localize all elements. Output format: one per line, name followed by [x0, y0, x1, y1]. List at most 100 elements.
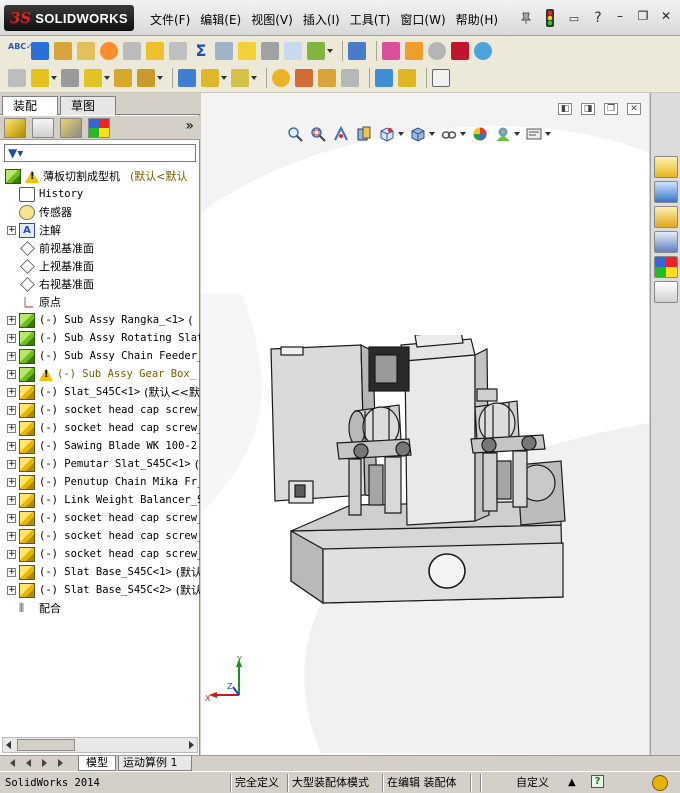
dropdown-arrow-icon[interactable]	[429, 132, 435, 136]
interference-icon[interactable]	[428, 41, 446, 60]
dropdown-arrow-icon[interactable]	[104, 75, 110, 80]
file-explorer-icon[interactable]	[654, 206, 678, 228]
display-manager-icon[interactable]	[88, 117, 110, 138]
tab-sketch[interactable]: 草图	[60, 96, 116, 115]
expand-icon[interactable]: +	[7, 315, 16, 325]
tree-item[interactable]: + (-) Pemutar Slat_S45C<1>(	[0, 455, 200, 473]
tree-item[interactable]: + (-) socket head cap screw_	[0, 545, 200, 563]
exploded-view-icon[interactable]	[318, 68, 336, 87]
graphics-area[interactable]: ◧ ◨ ❐ ✕ Y X Z	[201, 93, 649, 755]
spell-check-icon[interactable]: ABC✓	[8, 42, 33, 60]
solidworks-logo[interactable]: 3S SOLIDWORKS	[4, 5, 134, 31]
scroll-right-icon[interactable]	[189, 741, 194, 749]
menu-file[interactable]: 文件(F)	[150, 11, 190, 28]
tree-item[interactable]: + (-) Slat Base_S45C<2> (默认	[0, 581, 200, 599]
display-style-icon[interactable]	[410, 126, 426, 142]
tree-item[interactable]: + (-) Sub Assy Rotating Slat	[0, 329, 200, 347]
tree-item[interactable]: 前视基准面	[0, 239, 200, 257]
explode-line-sketch-icon[interactable]	[341, 68, 359, 87]
tree-filter-input[interactable]: ▼▾	[4, 144, 196, 162]
status-custom-units[interactable]: 自定义	[516, 774, 549, 792]
split-horizontal-icon[interactable]: ◧	[558, 103, 572, 115]
auto-balloon-icon[interactable]	[77, 41, 95, 60]
dropdown-arrow-icon[interactable]	[398, 132, 404, 136]
tree-root[interactable]: 薄板切割成型机 (默认<默认	[0, 167, 200, 185]
tab-previous-icon[interactable]	[26, 759, 31, 767]
rebuild-dropdown-icon[interactable]: ▭	[564, 8, 584, 28]
tree-item[interactable]: + (-) Sub Assy Rangka_<1>(	[0, 311, 200, 329]
smart-fasteners-icon[interactable]	[114, 68, 132, 87]
status-large-assembly[interactable]: 大型装配体模式	[292, 774, 369, 792]
dropdown-arrow-icon[interactable]	[157, 75, 163, 80]
area-hatch-icon[interactable]	[307, 41, 325, 60]
tab-last-icon[interactable]	[58, 759, 63, 767]
menu-tools[interactable]: 工具(T)	[350, 11, 391, 28]
expand-icon[interactable]: +	[7, 333, 16, 343]
tree-item[interactable]: ⫴ 配合	[0, 599, 200, 617]
tree-item[interactable]: History	[0, 185, 200, 203]
expand-icon[interactable]: +	[7, 369, 16, 379]
tree-item[interactable]: 上视基准面	[0, 257, 200, 275]
view-close-icon[interactable]: ✕	[627, 103, 641, 115]
filter-icon[interactable]: ▼▾	[8, 146, 23, 160]
minimize-button[interactable]: –	[612, 9, 628, 25]
key-icon[interactable]	[652, 775, 668, 791]
menu-help[interactable]: 帮助(H)	[456, 11, 498, 28]
clearance-verification-icon[interactable]	[398, 68, 416, 87]
tree-item[interactable]: + (-) Sub Assy Gear Box_	[0, 365, 200, 383]
expand-icon[interactable]: +	[7, 513, 16, 523]
appearances-scenes-icon[interactable]	[654, 256, 678, 278]
tree-item[interactable]: + (-) Link Weight Balancer_S	[0, 491, 200, 509]
new-part-icon[interactable]	[31, 68, 49, 87]
mate-paperclip-icon[interactable]	[61, 68, 79, 87]
expand-icon[interactable]: +	[7, 225, 16, 235]
view-settings-icon[interactable]	[526, 126, 542, 142]
weld-symbol-icon[interactable]	[123, 41, 141, 60]
tree-item[interactable]: + (-) Slat Base_S45C<1> (默认	[0, 563, 200, 581]
note-icon[interactable]	[31, 41, 49, 60]
tree-item[interactable]: + (-) socket head cap screw_	[0, 419, 200, 437]
solidworks-resources-icon[interactable]	[654, 156, 678, 178]
interference-detection-icon[interactable]	[375, 68, 393, 87]
menu-edit[interactable]: 编辑(E)	[200, 11, 241, 28]
traffic-light-icon[interactable]	[540, 8, 560, 28]
feature-manager-tree-icon[interactable]	[4, 117, 26, 138]
expand-icon[interactable]: +	[7, 549, 16, 559]
tree-item[interactable]: + (-) socket head cap screw_	[0, 527, 200, 545]
tree-item[interactable]: + A 注解	[0, 221, 200, 239]
units-dropdown-icon[interactable]: ▲	[568, 774, 576, 792]
tree-item[interactable]: + (-) Slat_S45C<1> (默认<<默	[0, 383, 200, 401]
menu-insert[interactable]: 插入(I)	[303, 11, 340, 28]
expand-icon[interactable]: +	[7, 495, 16, 505]
tree-horizontal-scrollbar[interactable]	[2, 737, 198, 753]
tree-item[interactable]: 原点	[0, 293, 200, 311]
tab-first-icon[interactable]	[10, 759, 15, 767]
instant3d-icon[interactable]	[432, 68, 450, 87]
insert-component-icon[interactable]	[8, 68, 26, 87]
view-orientation-icon[interactable]	[379, 126, 395, 142]
insert-table-icon[interactable]	[348, 41, 366, 60]
custom-properties-icon[interactable]	[654, 281, 678, 303]
dropdown-arrow-icon[interactable]	[221, 75, 227, 80]
help-icon[interactable]: ?	[588, 8, 608, 28]
expand-icon[interactable]: +	[7, 585, 16, 595]
expand-icon[interactable]: +	[7, 531, 16, 541]
design-library-icon[interactable]	[654, 181, 678, 203]
menu-window[interactable]: 窗口(W)	[400, 11, 445, 28]
tab-motion-study[interactable]: 运动算例 1	[118, 756, 192, 771]
geometric-tolerance-icon[interactable]	[146, 41, 164, 60]
tab-next-icon[interactable]	[42, 759, 47, 767]
appearance-icon[interactable]	[451, 41, 469, 60]
center-mark-icon[interactable]	[261, 41, 279, 60]
linear-pattern-icon[interactable]	[84, 68, 102, 87]
hole-callout-icon[interactable]	[238, 41, 256, 60]
tree-item[interactable]: + (-) Sawing Blade WK 100-2	[0, 437, 200, 455]
bill-of-materials-icon[interactable]	[295, 68, 313, 87]
tree-item[interactable]: + (-) Penutup Chain Mika Fr_	[0, 473, 200, 491]
machine-model-3d[interactable]	[261, 335, 581, 625]
assembly-features-icon[interactable]	[201, 68, 219, 87]
expand-icon[interactable]: +	[7, 459, 16, 469]
expand-icon[interactable]: +	[7, 441, 16, 451]
zoom-to-area-icon[interactable]	[310, 126, 326, 142]
tab-assembly[interactable]: 装配体	[2, 96, 58, 131]
